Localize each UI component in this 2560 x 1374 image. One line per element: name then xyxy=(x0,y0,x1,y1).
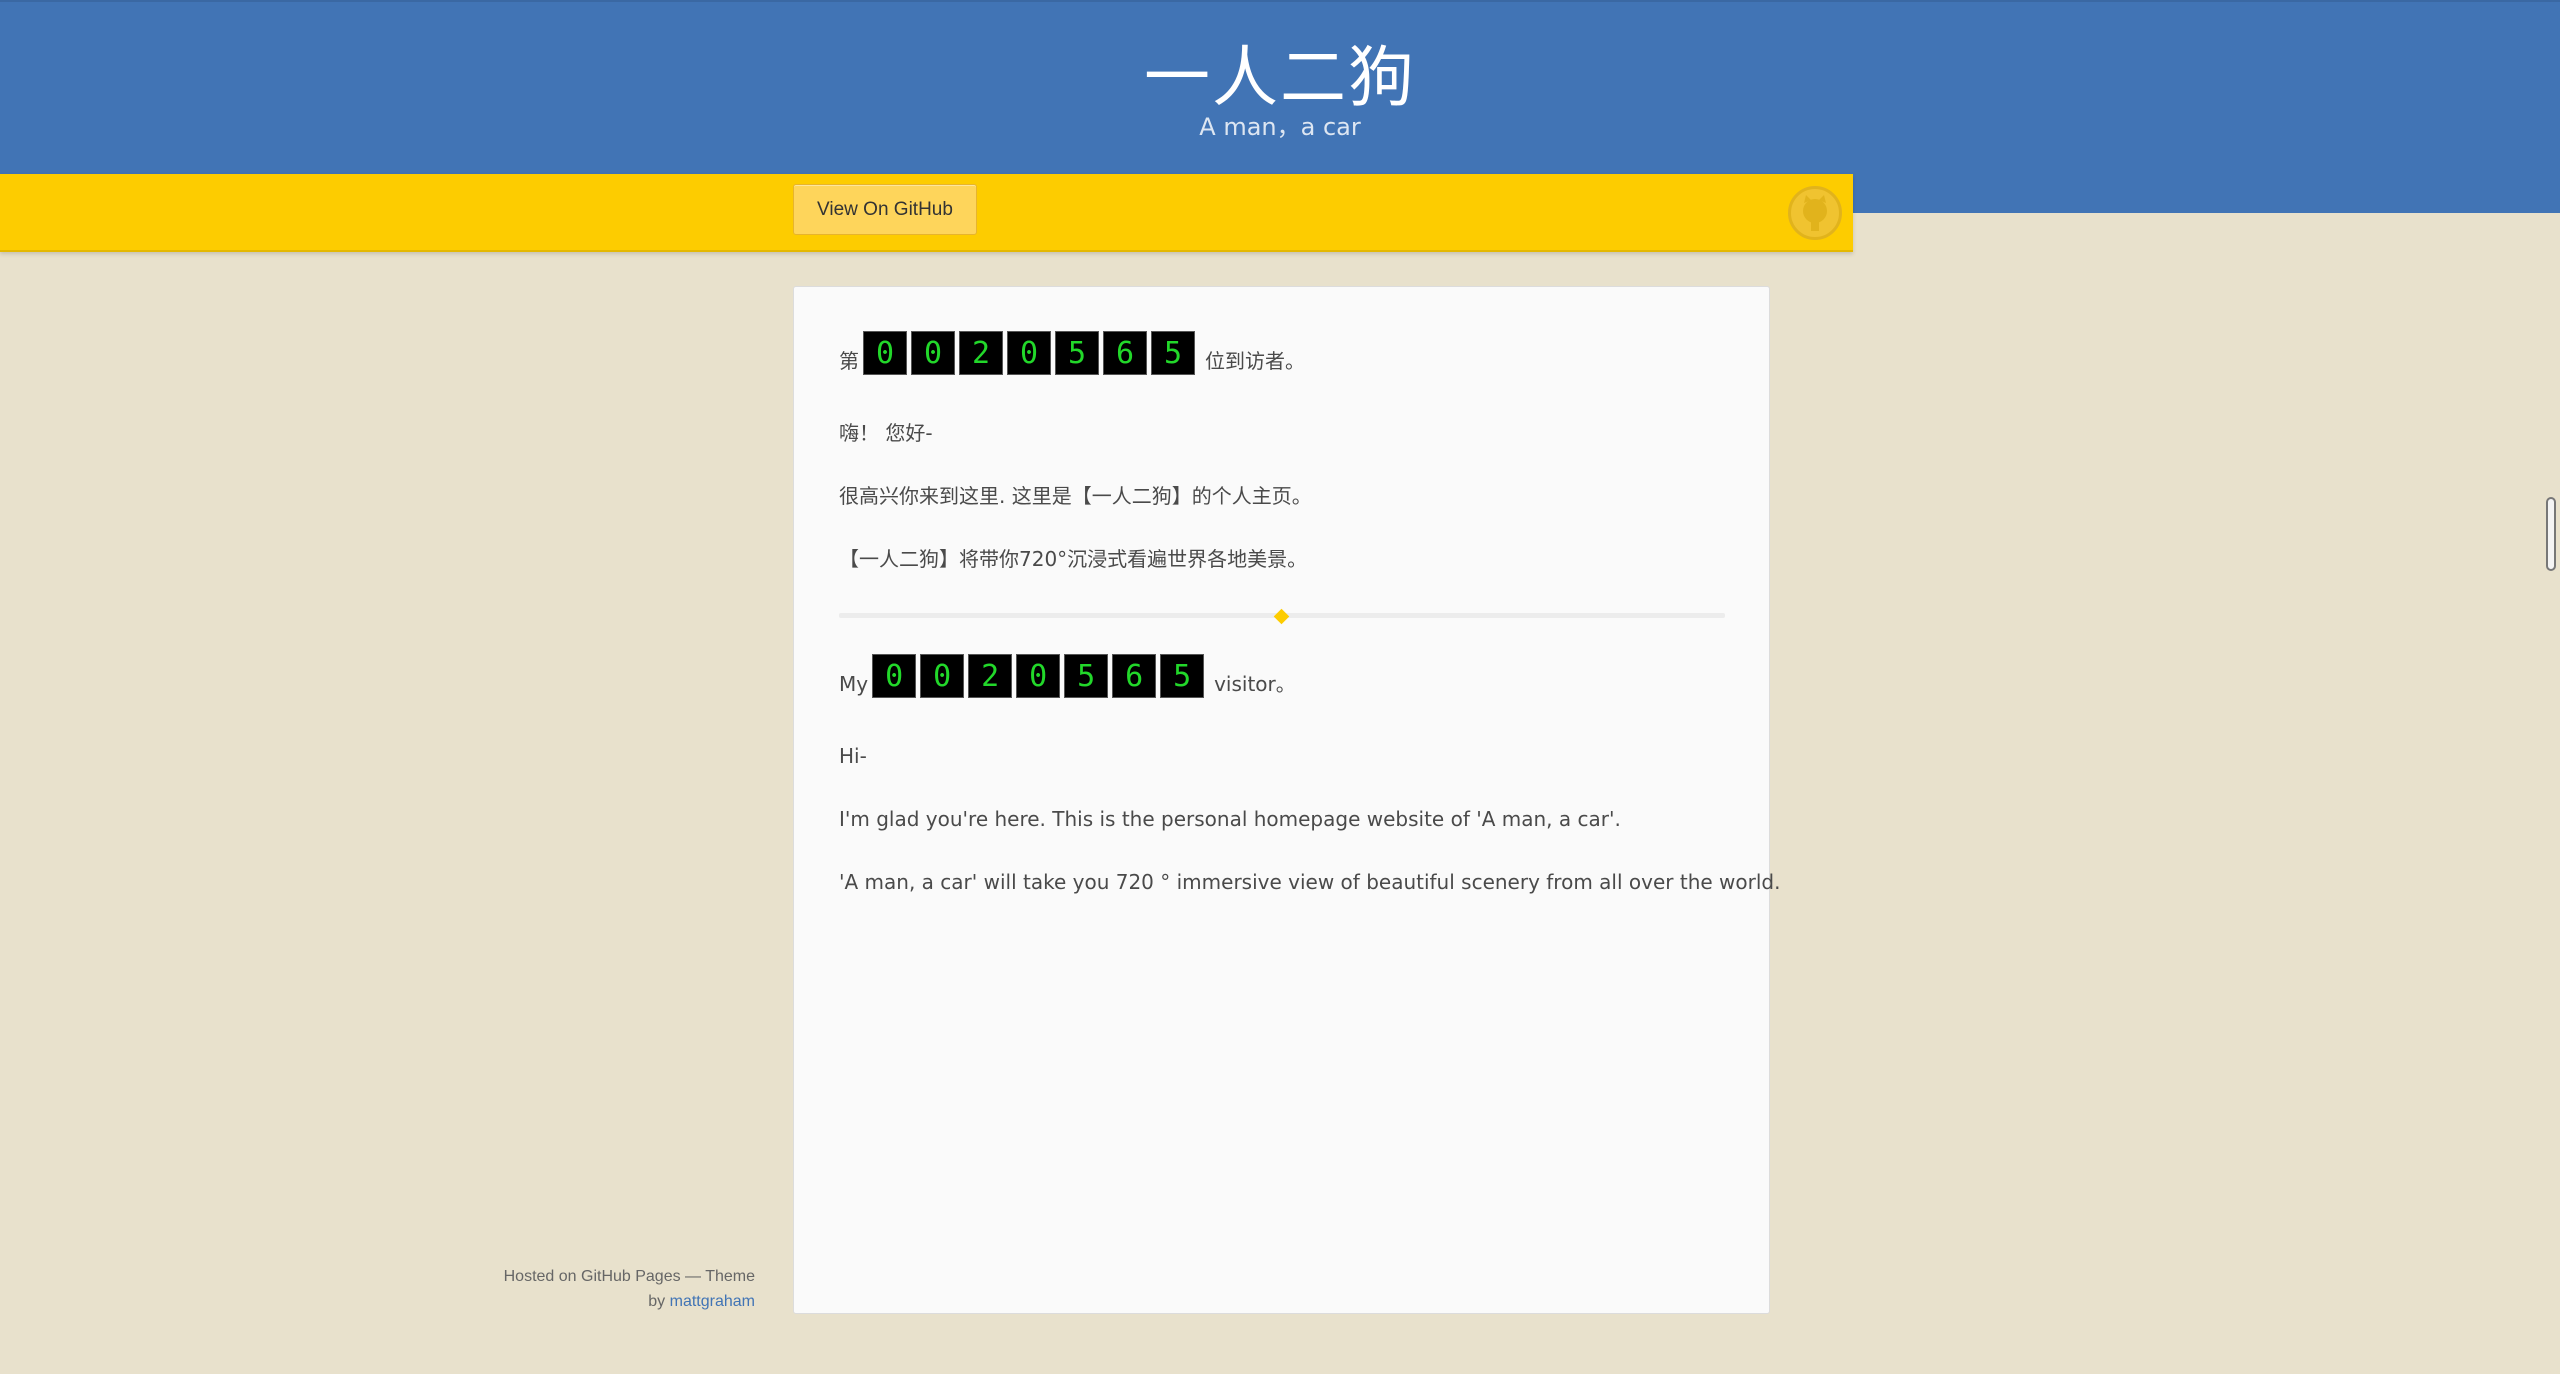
en-description-line: 'A man, a car' will take you 720 ° immer… xyxy=(839,870,1781,894)
site-tagline: A man，a car xyxy=(1199,113,1361,141)
counter-digit: 2 xyxy=(959,331,1003,375)
counter-digit: 0 xyxy=(920,654,965,698)
divider-diamond-icon xyxy=(1273,608,1290,625)
en-counter-suffix: visitor。 xyxy=(1214,672,1296,696)
content-card: 第 0 0 2 0 5 6 5 位到访者。 嗨！ 您好- 很高兴你来到这里. 这… xyxy=(793,286,1780,1314)
ribbon-bar: View On GitHub xyxy=(0,174,1853,252)
footer-author-link[interactable]: mattgraham xyxy=(670,1293,755,1310)
site-footer: Hosted on GitHub Pages — Theme by mattgr… xyxy=(400,1264,755,1314)
counter-digit: 0 xyxy=(1016,654,1061,698)
scrollbar-thumb[interactable] xyxy=(2546,497,2556,571)
footer-credit: by mattgraham xyxy=(400,1289,755,1314)
en-visitor-counter: My 0 0 2 0 5 6 5 visitor。 xyxy=(839,654,1296,698)
en-intro-line: I'm glad you're here. This is the person… xyxy=(839,807,1621,831)
en-greeting: Hi- xyxy=(839,744,867,768)
zh-counter-prefix: 第 xyxy=(839,349,859,373)
github-octocat-icon[interactable] xyxy=(1788,186,1842,240)
zh-visitor-counter: 第 0 0 2 0 5 6 5 位到访者。 xyxy=(839,331,1305,375)
counter-digit: 5 xyxy=(1151,331,1195,375)
counter-digit: 2 xyxy=(968,654,1013,698)
zh-counter-suffix: 位到访者。 xyxy=(1205,349,1305,373)
counter-digit: 6 xyxy=(1112,654,1157,698)
zh-description-line: 【一人二狗】将带你720°沉浸式看遍世界各地美景。 xyxy=(839,547,1308,571)
counter-digit: 5 xyxy=(1064,654,1109,698)
counter-digit: 0 xyxy=(872,654,917,698)
octocat-glyph xyxy=(1803,195,1827,231)
counter-digit: 5 xyxy=(1160,654,1205,698)
footer-by-text: by xyxy=(648,1293,666,1310)
counter-digit: 5 xyxy=(1055,331,1099,375)
footer-hosted-text: Hosted on GitHub Pages — Theme xyxy=(503,1268,755,1285)
zh-intro-line: 很高兴你来到这里. 这里是【一人二狗】的个人主页。 xyxy=(839,484,1312,508)
view-on-github-button[interactable]: View On GitHub xyxy=(793,184,977,235)
counter-digit: 6 xyxy=(1103,331,1147,375)
en-counter-digits: 0 0 2 0 5 6 5 xyxy=(872,654,1205,698)
counter-digit: 0 xyxy=(911,331,955,375)
counter-digit: 0 xyxy=(1007,331,1051,375)
zh-counter-digits: 0 0 2 0 5 6 5 xyxy=(863,331,1195,375)
zh-greeting: 嗨！ 您好- xyxy=(839,421,933,445)
site-title: 一人二狗 xyxy=(1144,39,1416,116)
counter-digit: 0 xyxy=(863,331,907,375)
en-counter-prefix: My xyxy=(839,672,869,696)
